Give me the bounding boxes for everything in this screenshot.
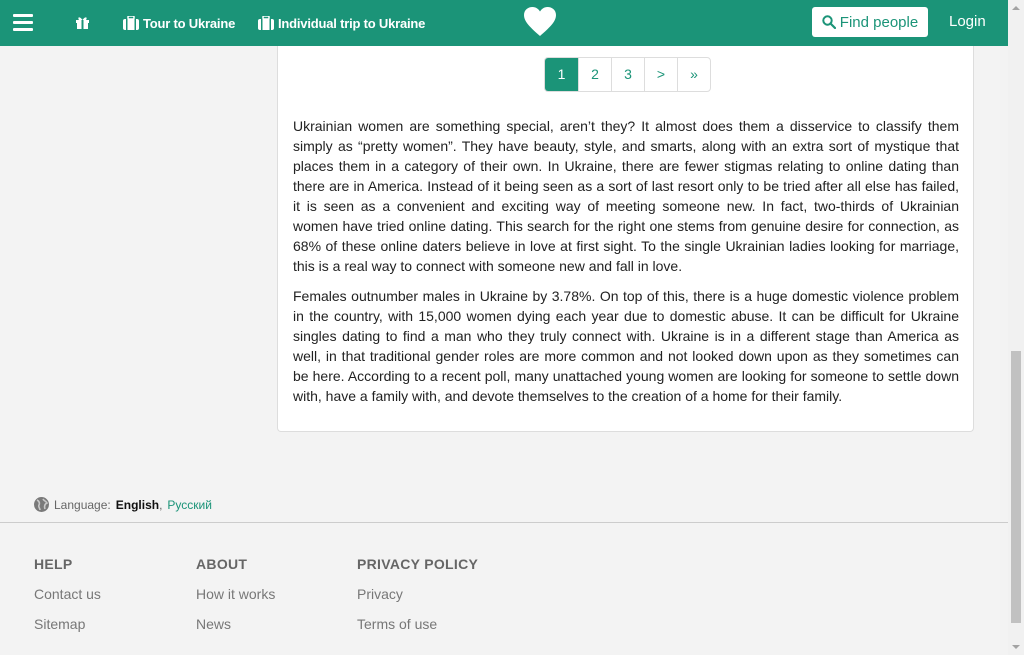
tour-to-ukraine-link[interactable]: Tour to Ukraine	[123, 14, 235, 32]
find-people-label: Find people	[839, 13, 919, 31]
footer-privacy-title: PRIVACY POLICY	[357, 556, 479, 572]
trip-label: Individual trip to Ukraine	[278, 15, 426, 31]
individual-trip-link[interactable]: Individual trip to Ukraine	[258, 14, 425, 32]
heart-logo-icon[interactable]	[524, 7, 556, 37]
footer-about-column: ABOUT How it works News	[196, 556, 275, 646]
tour-label: Tour to Ukraine	[143, 15, 236, 31]
paragraph: Ukrainian women are something special, a…	[293, 118, 959, 274]
gift-icon[interactable]	[75, 15, 90, 30]
footer-help-column: HELP Contact us Sitemap	[34, 556, 101, 646]
footer-privacy-column: PRIVACY POLICY Privacy Terms of use	[357, 556, 478, 646]
login-link[interactable]: Login	[949, 13, 986, 30]
top-navbar: Tour to Ukraine Individual trip to Ukrai…	[0, 0, 1008, 46]
language-english[interactable]: English	[116, 498, 159, 512]
privacy-link[interactable]: Privacy	[357, 586, 478, 602]
menu-icon[interactable]	[13, 14, 33, 32]
search-icon	[822, 15, 836, 29]
language-russian-link[interactable]: Русский	[167, 498, 212, 512]
content-card: 1 2 3 > » Ukrainian women are something …	[277, 46, 974, 432]
how-it-works-link[interactable]: How it works	[196, 586, 275, 602]
footer-about-title: ABOUT	[196, 556, 248, 572]
footer-help-title: HELP	[34, 556, 73, 572]
contact-us-link[interactable]: Contact us	[34, 586, 101, 602]
page-3-button[interactable]: 3	[611, 58, 644, 91]
page-1-button[interactable]: 1	[545, 58, 578, 91]
next-page-button[interactable]: >	[644, 58, 677, 91]
last-page-button[interactable]: »	[677, 58, 710, 91]
paragraph: Females outnumber males in Ukraine by 3.…	[293, 288, 959, 404]
pagination: 1 2 3 > »	[544, 57, 711, 92]
article-text: Ukrainian women are something special, a…	[293, 116, 959, 406]
globe-icon	[34, 497, 49, 512]
suitcase-icon	[123, 16, 139, 30]
scrollbar-thumb[interactable]	[1011, 351, 1021, 623]
terms-of-use-link[interactable]: Terms of use	[357, 616, 478, 632]
language-selector: Language: English, Русский	[34, 497, 212, 512]
footer-divider	[0, 522, 1008, 523]
scroll-down-arrow-icon[interactable]	[1012, 645, 1020, 649]
language-label: Language:	[54, 497, 111, 512]
page-2-button[interactable]: 2	[578, 58, 611, 91]
scroll-up-arrow-icon[interactable]	[1012, 6, 1020, 10]
news-link[interactable]: News	[196, 616, 275, 632]
language-separator: ,	[159, 497, 163, 512]
suitcase-icon	[258, 16, 274, 30]
find-people-button[interactable]: Find people	[812, 7, 928, 37]
sitemap-link[interactable]: Sitemap	[34, 616, 101, 632]
page-scrollbar[interactable]	[1008, 0, 1024, 655]
